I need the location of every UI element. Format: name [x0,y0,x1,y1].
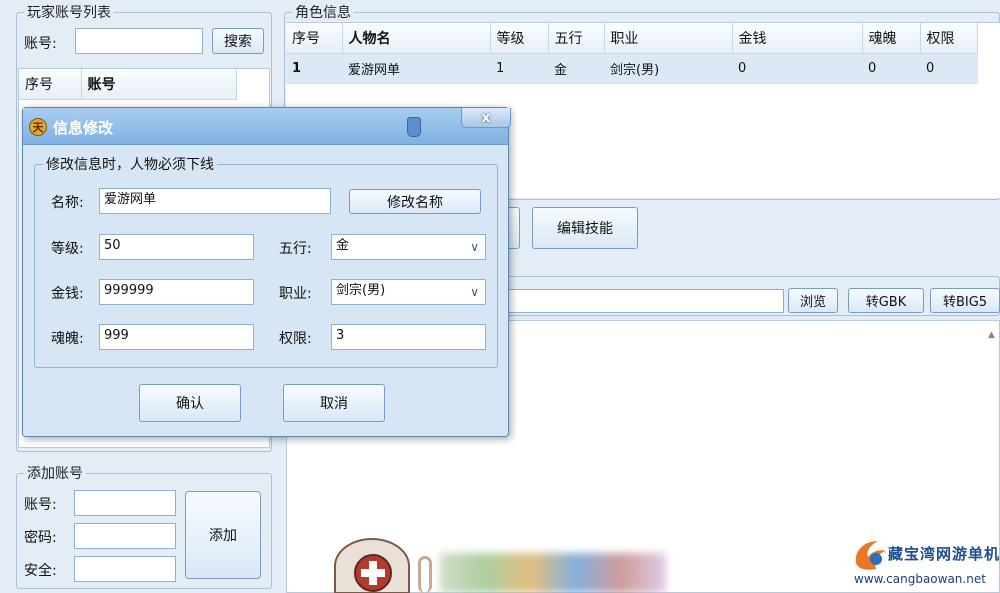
role-col-element[interactable]: 五行 [548,23,605,54]
job-select[interactable]: 剑宗(男) ∨ [331,279,486,305]
close-icon: x [481,109,491,126]
browse-button[interactable]: 浏览 [788,288,838,313]
job-select-value: 剑宗(男) [336,283,386,298]
role-col-name[interactable]: 人物名 [342,23,491,54]
confirm-button[interactable]: 确认 [139,384,241,422]
blurred-banner [440,553,666,593]
role-cell-soul: 0 [862,53,920,84]
account-search-input[interactable] [75,28,203,54]
role-col-level[interactable]: 等级 [490,23,549,54]
role-col-job[interactable]: 职业 [604,23,733,54]
watermark-url: www.cangbaowan.net [854,572,986,586]
role-col-index[interactable]: 序号 [286,23,343,54]
add-password-label: 密码: [24,530,57,546]
money-label: 金钱: [51,286,84,302]
add-security-input[interactable] [74,556,176,582]
player-account-group-title: 玩家账号列表 [24,2,114,22]
add-account-button[interactable]: 添加 [185,491,261,579]
cancel-button[interactable]: 取消 [283,384,385,422]
level-input[interactable]: 50 [99,234,254,260]
name-label: 名称: [51,195,84,211]
role-cell-perm: 0 [920,53,978,84]
add-account-group-title: 添加账号 [24,463,86,483]
role-cell-job: 剑宗(男) [604,53,732,84]
element-select[interactable]: 金 ∨ [331,234,486,260]
role-table-header: 序号 人物名 等级 五行 职业 金钱 魂魄 权限 [286,23,978,54]
level-label: 等级: [51,241,84,257]
search-button[interactable]: 搜索 [212,28,264,54]
bottle-icon [407,117,421,137]
role-col-perm[interactable]: 权限 [920,23,978,54]
add-password-input[interactable] [74,523,176,549]
chevron-down-icon[interactable]: ∨ [470,283,479,301]
convert-big5-button[interactable]: 转BIG5 [930,288,1000,313]
first-aid-icon [334,538,410,593]
rename-button[interactable]: 修改名称 [349,189,481,214]
account-list-col-index[interactable]: 序号 [19,69,82,100]
watermark-name: 藏宝湾网游单机 [888,545,1000,563]
app-logo-icon: 天 [29,118,47,136]
account-list-header: 序号 账号 [19,69,237,100]
job-label: 职业: [279,286,312,302]
soul-input[interactable]: 999 [99,324,254,350]
soul-label: 魂魄: [51,331,84,347]
role-table-row[interactable]: 1 爱游网单 1 金 剑宗(男) 0 0 0 [286,53,978,84]
element-select-value: 金 [336,238,350,253]
chevron-down-icon[interactable]: ∨ [470,238,479,256]
convert-gbk-button[interactable]: 转GBK [848,288,924,313]
role-cell-name: 爱游网单 [342,53,490,84]
role-info-group-title: 角色信息 [292,2,354,22]
role-cell-element: 金 [548,53,604,84]
add-security-label: 安全: [24,563,57,579]
add-account-input[interactable] [74,490,176,516]
permission-input[interactable]: 3 [331,324,486,350]
name-input[interactable]: 爱游网单 [99,188,331,214]
dialog-group-title: 修改信息时，人物必须下线 [43,154,217,174]
info-edit-dialog[interactable]: 天 信息修改 x 修改信息时，人物必须下线 名称: 爱游网单 修改名称 等级: … [22,107,511,437]
edit-skill-button[interactable]: 编辑技能 [532,207,638,249]
role-col-money[interactable]: 金钱 [732,23,863,54]
add-account-label: 账号: [24,497,57,513]
scrollbar-up-arrow-icon[interactable]: ▲ [988,330,998,344]
close-button[interactable]: x [461,108,511,128]
account-list-col-account[interactable]: 账号 [81,69,237,100]
element-label: 五行: [279,241,312,257]
role-col-soul[interactable]: 魂魄 [862,23,921,54]
money-input[interactable]: 999999 [99,279,254,305]
role-cell-money: 0 [732,53,862,84]
account-search-label: 账号: [24,36,57,52]
permission-label: 权限: [279,331,312,347]
role-cell-level: 1 [490,53,548,84]
paperclip-icon [418,556,432,593]
file-path-input[interactable] [500,289,784,313]
watermark-logo-icon [852,537,890,573]
dialog-title-bar[interactable]: 天 信息修改 x [23,108,511,145]
dialog-title: 信息修改 [53,119,114,137]
role-cell-index: 1 [286,53,342,84]
